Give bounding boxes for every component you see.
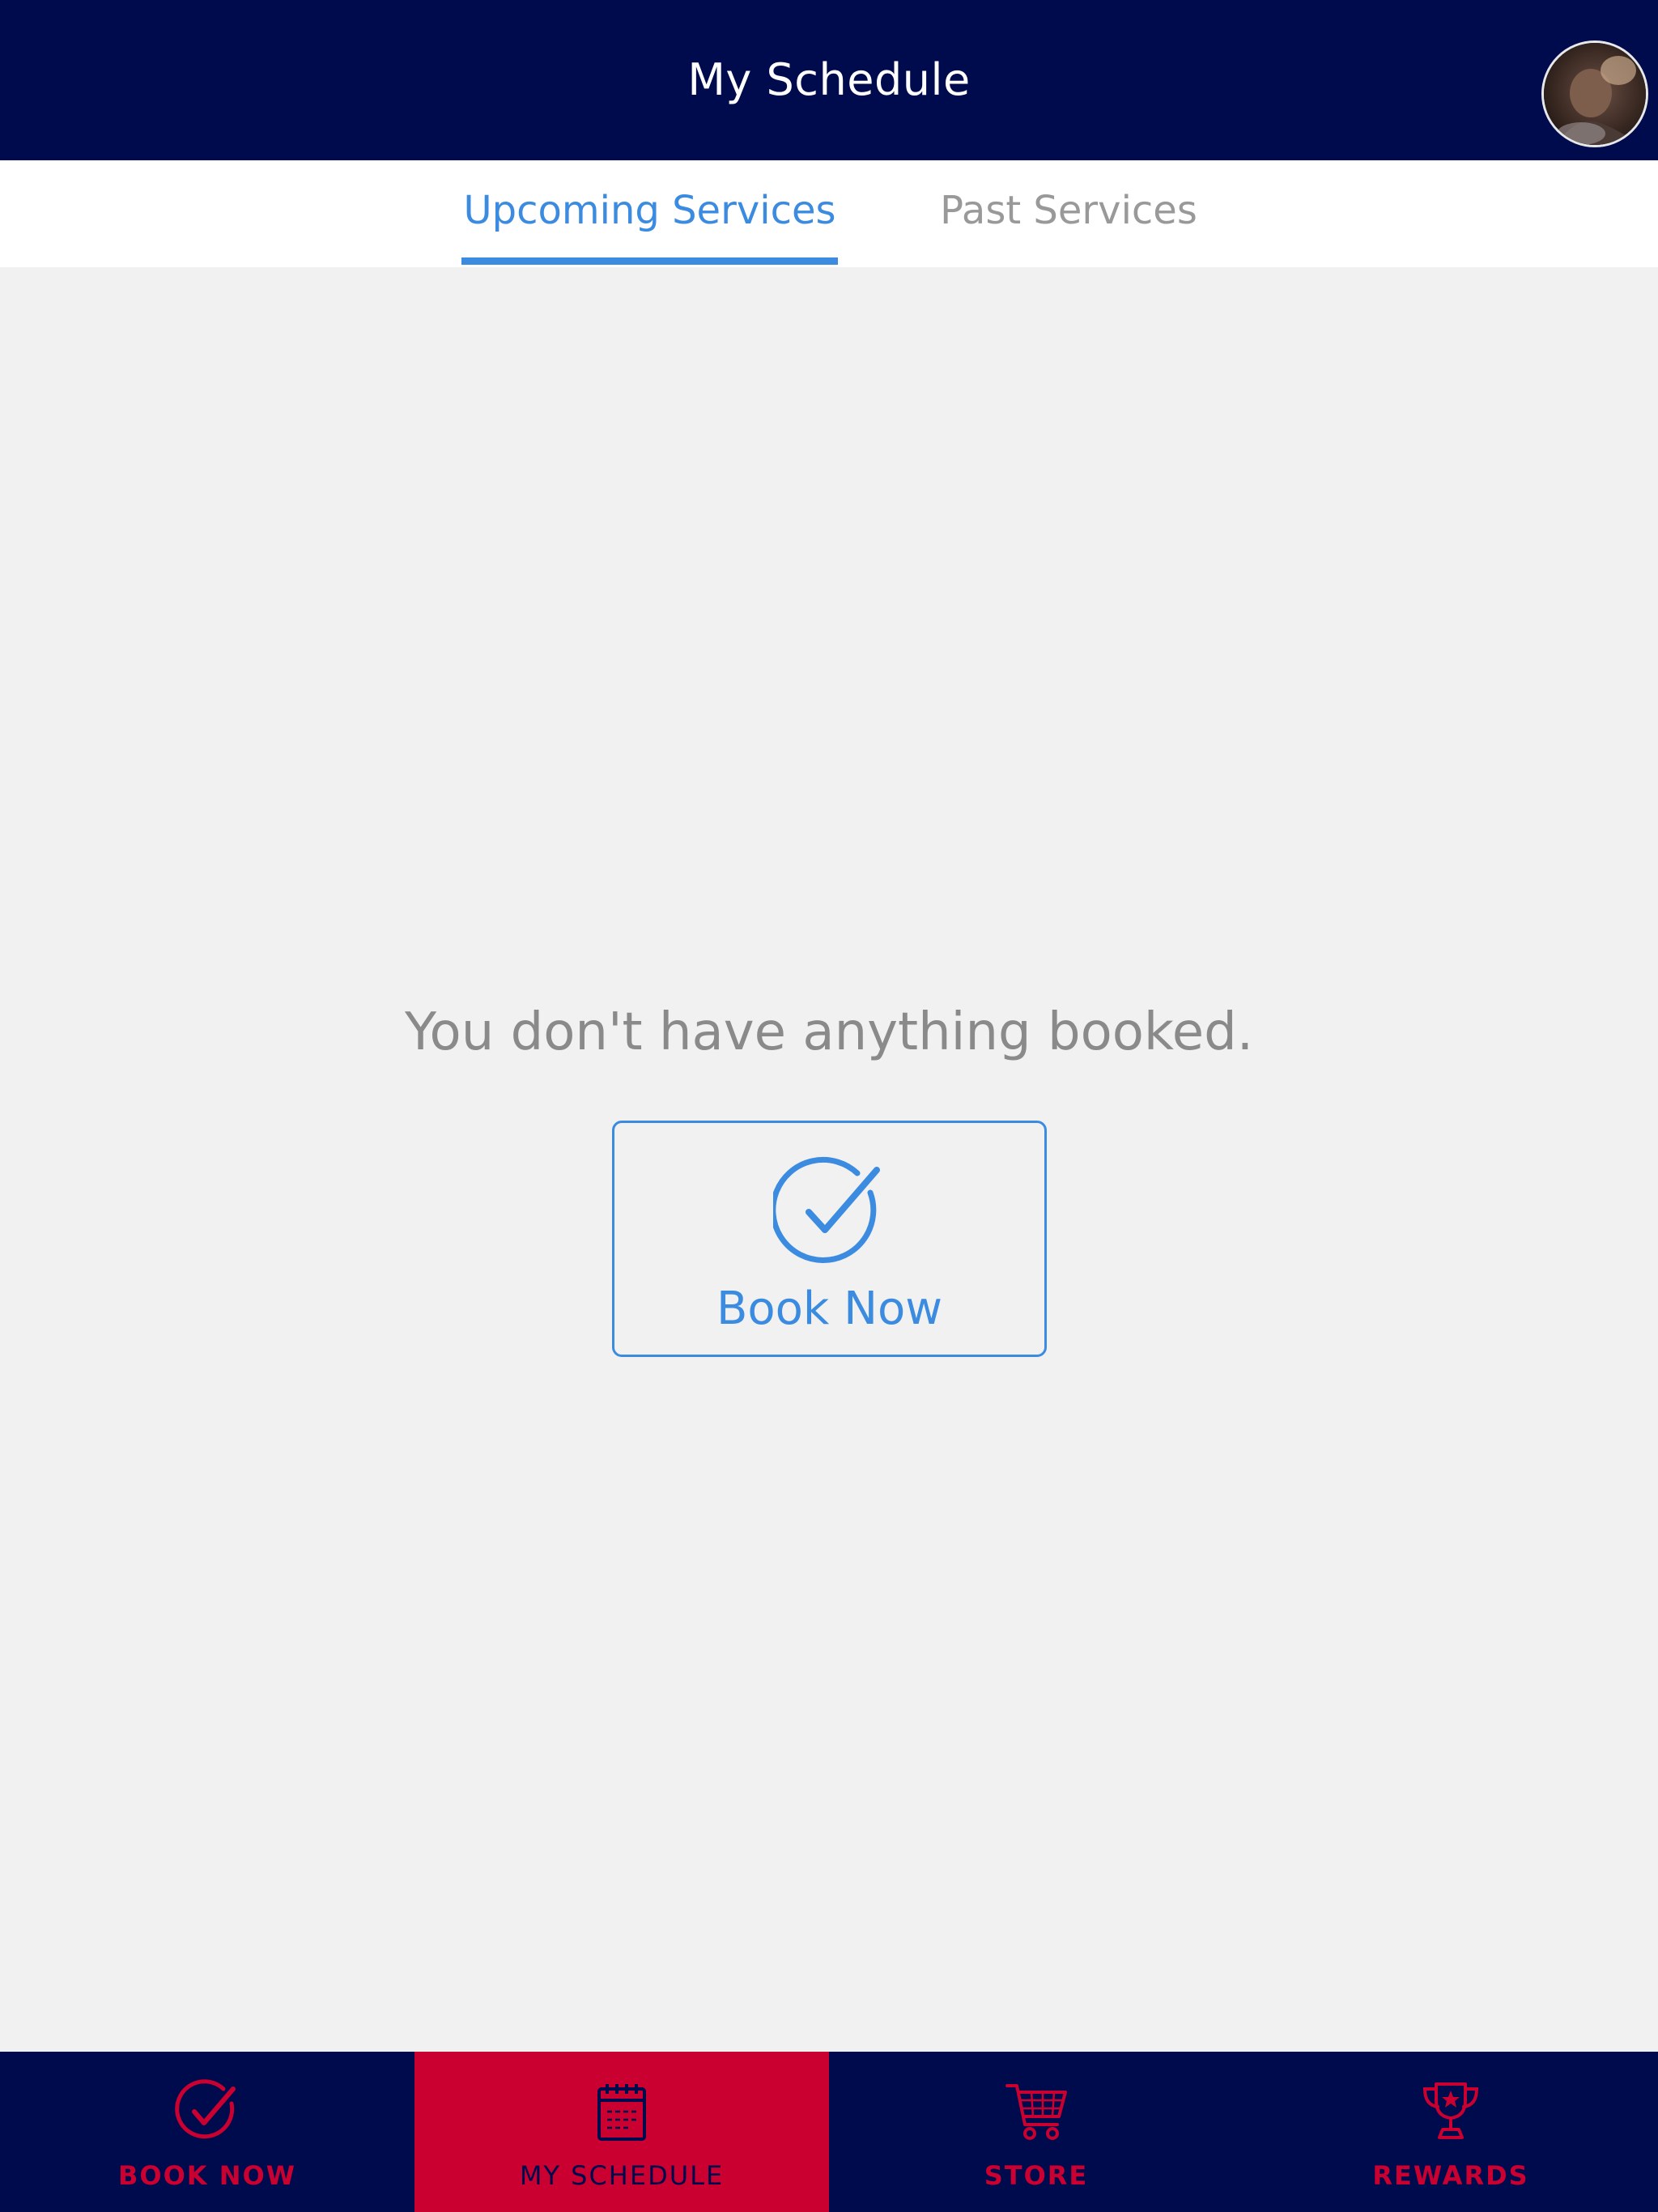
- tab-upcoming-services[interactable]: Upcoming Services: [461, 160, 838, 267]
- check-circle-icon: [773, 1156, 880, 1263]
- tab-past-services[interactable]: Past Services: [899, 160, 1239, 267]
- check-circle-icon: [175, 2079, 236, 2139]
- nav-my-schedule[interactable]: MY SCHEDULE: [414, 2052, 829, 2212]
- nav-rewards[interactable]: REWARDS: [1244, 2052, 1658, 2212]
- cart-icon: [1005, 2084, 1067, 2140]
- trophy-icon: [1422, 2082, 1479, 2139]
- nav-book-now[interactable]: BOOK NOW: [0, 2052, 414, 2212]
- user-avatar[interactable]: [1541, 40, 1648, 147]
- bottom-navigation: BOOK NOW MY SCHEDULE STORE REWARDS: [0, 2052, 1658, 2212]
- nav-label-store: STORE: [984, 2160, 1089, 2191]
- book-now-label: Book Now: [716, 1283, 943, 1335]
- service-tabs: Upcoming Services Past Services: [0, 160, 1658, 267]
- nav-label-rewards: REWARDS: [1372, 2160, 1529, 2191]
- avatar-photo-icon: [1544, 43, 1646, 145]
- nav-store[interactable]: STORE: [829, 2052, 1244, 2212]
- page-title: My Schedule: [687, 54, 971, 105]
- empty-state-message: You don't have anything booked.: [404, 1002, 1254, 1062]
- app-header: My Schedule: [0, 0, 1658, 160]
- nav-label-book-now: BOOK NOW: [117, 2160, 296, 2191]
- calendar-icon: [597, 2084, 646, 2141]
- active-tab-indicator: [461, 257, 838, 265]
- nav-label-my-schedule: MY SCHEDULE: [519, 2160, 725, 2191]
- book-now-button[interactable]: Book Now: [612, 1121, 1047, 1357]
